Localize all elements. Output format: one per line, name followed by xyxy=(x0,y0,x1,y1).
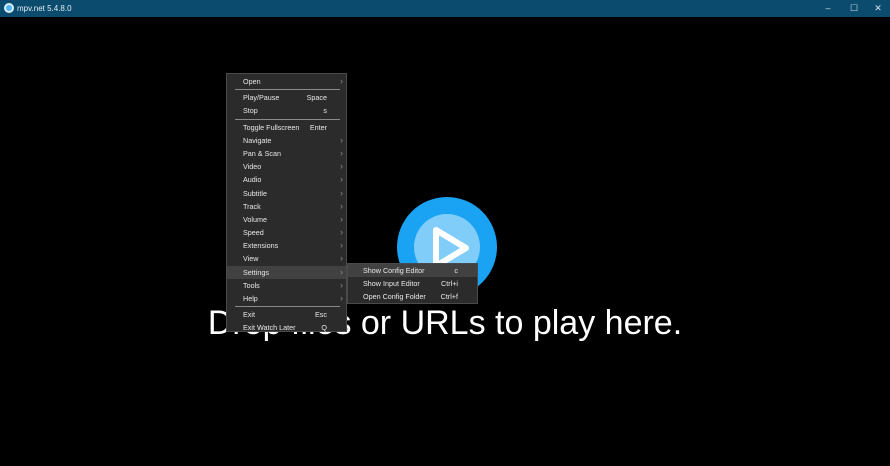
menu-item-label: Track xyxy=(243,201,261,211)
menu-item-exit-watch-later[interactable]: Exit Watch Later Q xyxy=(227,321,346,334)
menu-separator xyxy=(235,118,340,120)
menu-item-label: Stop xyxy=(243,106,258,116)
menu-item-shortcut: Space xyxy=(306,93,327,103)
menu-item-stop[interactable]: Stop s xyxy=(227,104,346,117)
chevron-right-icon: › xyxy=(340,253,343,264)
menu-item-label: Video xyxy=(243,162,262,172)
chevron-right-icon: › xyxy=(340,161,343,172)
chevron-right-icon: › xyxy=(340,227,343,238)
menu-item-open[interactable]: Open › xyxy=(227,75,346,88)
menu-item-view[interactable]: View › xyxy=(227,252,346,265)
chevron-right-icon: › xyxy=(340,174,343,185)
menu-item-pan-scan[interactable]: Pan & Scan › xyxy=(227,147,346,160)
menu-item-label: Open Config Folder xyxy=(363,292,426,302)
menu-item-toggle-fullscreen[interactable]: Toggle Fullscreen Enter xyxy=(227,121,346,134)
settings-submenu: Show Config Editor c Show Input Editor Ctrl… xyxy=(347,263,478,304)
menu-item-label: Extensions xyxy=(243,241,279,251)
menu-item-label: Settings xyxy=(243,267,269,277)
menu-item-label: Play/Pause xyxy=(243,93,280,103)
menu-item-help[interactable]: Help › xyxy=(227,292,346,305)
mpv-app-icon xyxy=(4,3,14,13)
chevron-right-icon: › xyxy=(340,240,343,251)
menu-separator xyxy=(235,89,340,91)
menu-item-audio[interactable]: Audio › xyxy=(227,173,346,186)
chevron-right-icon: › xyxy=(340,200,343,211)
menu-item-shortcut: Enter xyxy=(309,122,327,132)
chevron-right-icon: › xyxy=(340,147,343,158)
menu-item-label: Show Input Editor xyxy=(363,279,420,289)
menu-item-navigate[interactable]: Navigate › xyxy=(227,134,346,147)
menu-item-open-config-folder[interactable]: Open Config Folder Ctrl+f xyxy=(348,290,477,303)
menu-item-tools[interactable]: Tools › xyxy=(227,279,346,292)
context-menu: Open › Play/Pause Space Stop s Toggle Fullscre… xyxy=(226,73,347,332)
menu-item-track[interactable]: Track › xyxy=(227,200,346,213)
menu-item-label: Exit xyxy=(243,310,255,320)
menu-item-show-input-editor[interactable]: Show Input Editor Ctrl+i xyxy=(348,277,477,290)
chevron-right-icon: › xyxy=(340,134,343,145)
menu-item-play-pause[interactable]: Play/Pause Space xyxy=(227,91,346,104)
menu-item-label: Help xyxy=(243,294,258,303)
menu-item-label: Navigate xyxy=(243,135,272,145)
close-button[interactable]: ✕ xyxy=(868,2,888,15)
menu-item-label: Pan & Scan xyxy=(243,148,281,158)
menu-item-label: Speed xyxy=(243,228,264,238)
menu-item-label: Exit Watch Later xyxy=(243,323,296,333)
drop-hint-text: Drop files or URLs to play here. xyxy=(207,304,683,342)
menu-item-label: View xyxy=(243,254,259,264)
menu-item-speed[interactable]: Speed › xyxy=(227,226,346,239)
menu-item-label: Audio xyxy=(243,175,262,185)
menu-item-video[interactable]: Video › xyxy=(227,160,346,173)
maximize-button[interactable]: ☐ xyxy=(844,2,864,15)
menu-item-label: Subtitle xyxy=(243,188,267,198)
menu-item-label: Volume xyxy=(243,214,267,224)
menu-item-shortcut: Esc xyxy=(315,310,327,320)
menu-item-show-config-editor[interactable]: Show Config Editor c xyxy=(348,264,477,278)
menu-item-label: Tools xyxy=(243,280,260,290)
chevron-right-icon: › xyxy=(340,293,343,303)
chevron-right-icon: › xyxy=(340,279,343,290)
chevron-right-icon: › xyxy=(340,187,343,198)
menu-item-volume[interactable]: Volume › xyxy=(227,213,346,226)
menu-item-subtitle[interactable]: Subtitle › xyxy=(227,187,346,200)
chevron-right-icon: › xyxy=(340,266,343,277)
menu-item-shortcut: Q xyxy=(321,323,327,333)
menu-separator xyxy=(235,306,340,308)
chevron-right-icon: › xyxy=(340,76,343,86)
menu-item-shortcut: c xyxy=(454,266,458,275)
minimize-button[interactable]: – xyxy=(818,2,838,15)
menu-item-exit[interactable]: Exit Esc xyxy=(227,308,346,321)
menu-item-shortcut: s xyxy=(323,106,327,116)
menu-item-label: Toggle Fullscreen xyxy=(243,122,300,132)
menu-item-shortcut: Ctrl+f xyxy=(440,292,458,302)
menu-item-settings[interactable]: Settings › xyxy=(227,265,346,279)
window-title: mpv.net 5.4.8.0 xyxy=(17,4,72,13)
menu-item-label: Open xyxy=(243,77,261,86)
title-bar: mpv.net 5.4.8.0 – ☐ ✕ xyxy=(0,0,890,17)
menu-item-shortcut: Ctrl+i xyxy=(441,279,458,289)
chevron-right-icon: › xyxy=(340,213,343,224)
menu-item-label: Show Config Editor xyxy=(363,266,425,275)
menu-item-extensions[interactable]: Extensions › xyxy=(227,239,346,252)
